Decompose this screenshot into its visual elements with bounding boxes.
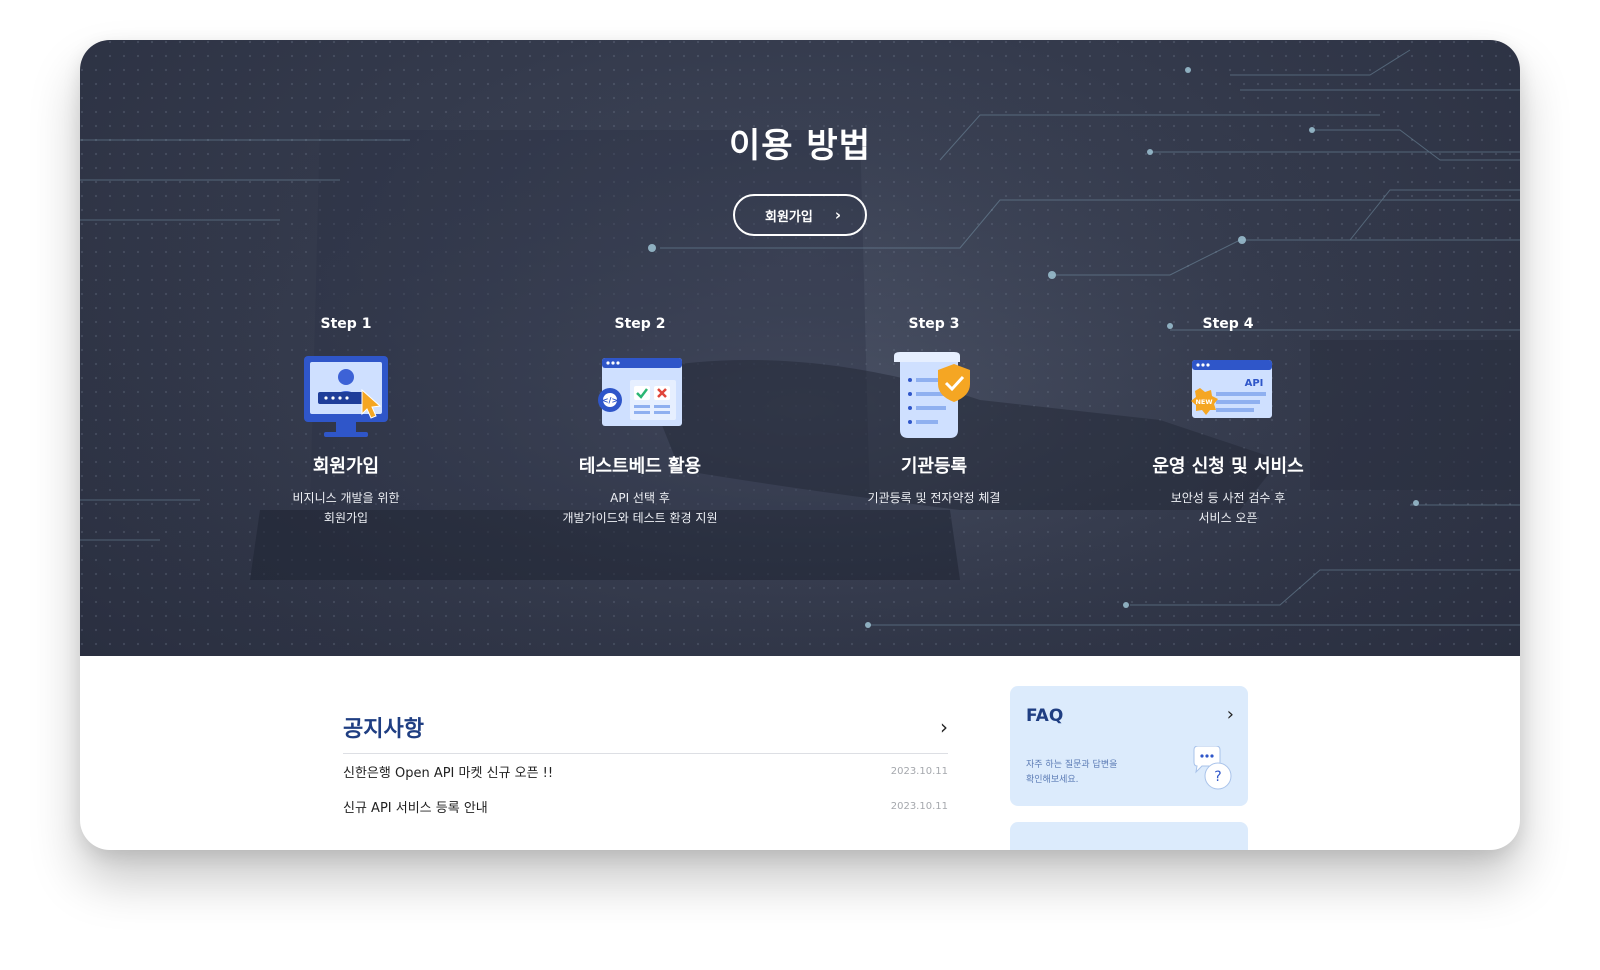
notice-item[interactable]: 신규 API 서비스 등록 안내 2023.10.11 bbox=[343, 789, 948, 824]
document-shield-icon bbox=[894, 352, 970, 438]
step-description: API 선택 후 개발가이드와 테스트 환경 지원 bbox=[562, 491, 718, 525]
svg-text:</>: </> bbox=[602, 396, 618, 405]
step-title: 회원가입 bbox=[312, 456, 380, 477]
step-title: 테스트베드 활용 bbox=[578, 456, 702, 477]
step-label: Step 3 bbox=[908, 316, 960, 332]
svg-text:NEW: NEW bbox=[1195, 398, 1212, 406]
chevron-right-icon: › bbox=[1226, 704, 1234, 725]
step-label: Step 1 bbox=[320, 316, 372, 332]
step-3: Step 3 기관등록 기관등록 및 전자약정 체결 bbox=[814, 316, 1054, 508]
step-2: Step 2 </> 테스트베드 활용 API 선택 후 개발가이드와 테스트 … bbox=[520, 316, 760, 528]
notice-item-title: 신한은행 Open API 마켓 신규 오픈 !! bbox=[343, 766, 554, 781]
chat-question-icon: ? bbox=[1193, 746, 1232, 790]
notice-more-chevron-icon[interactable]: › bbox=[940, 715, 948, 739]
signup-button-label: 회원가입 bbox=[764, 209, 813, 225]
svg-text:?: ? bbox=[1214, 769, 1221, 785]
usage-guide-section: 이용 방법 회원가입 › Step 1 회원가입 비지니스 개발을 위한 회원가… bbox=[80, 40, 1520, 656]
step-title: 기관등록 bbox=[900, 456, 968, 477]
step-description: 기관등록 및 전자약정 체결 bbox=[867, 491, 1001, 505]
notice-header: 공지사항 › bbox=[343, 700, 948, 754]
faq-title: FAQ bbox=[1026, 706, 1064, 726]
notice-item-title: 신규 API 서비스 등록 안내 bbox=[343, 801, 488, 816]
section-title: 이용 방법 bbox=[729, 126, 871, 166]
notice-item-date: 2023.10.11 bbox=[890, 766, 948, 777]
step-1: Step 1 회원가입 비지니스 개발을 위한 회원가입 bbox=[226, 316, 466, 528]
signup-button[interactable]: 회원가입 › bbox=[733, 194, 867, 236]
secondary-card[interactable] bbox=[1010, 822, 1248, 850]
step-4: Step 4 API NEW 운영 신청 및 서비스 보안성 등 사전 검수 후… bbox=[1108, 316, 1348, 528]
step-description: 비지니스 개발을 위한 회원가입 bbox=[292, 491, 400, 525]
page-frame: 이용 방법 회원가입 › Step 1 회원가입 비지니스 개발을 위한 회원가… bbox=[80, 40, 1520, 850]
test-window-icon: </> bbox=[598, 358, 682, 426]
notice-item[interactable]: 신한은행 Open API 마켓 신규 오픈 !! 2023.10.11 bbox=[343, 754, 948, 789]
step-title: 운영 신청 및 서비스 bbox=[1152, 456, 1304, 477]
notice-item-date: 2023.10.11 bbox=[890, 801, 948, 812]
step-label: Step 2 bbox=[614, 316, 666, 332]
step-description: 보안성 등 사전 검수 후 서비스 오픈 bbox=[1170, 491, 1286, 525]
chevron-right-icon: › bbox=[834, 205, 842, 224]
faq-description: 자주 하는 질문과 답변을 확인해보세요. bbox=[1026, 760, 1118, 785]
api-new-window-icon: API NEW bbox=[1191, 360, 1272, 418]
user-monitor-icon bbox=[304, 356, 388, 437]
notice-title: 공지사항 bbox=[343, 716, 424, 742]
step-label: Step 4 bbox=[1202, 316, 1254, 332]
svg-text:API: API bbox=[1245, 378, 1264, 389]
faq-card[interactable]: FAQ › 자주 하는 질문과 답변을 확인해보세요. ? bbox=[1010, 686, 1248, 806]
notice-section: 공지사항 › 신한은행 Open API 마켓 신규 오픈 !! 2023.10… bbox=[343, 700, 948, 824]
